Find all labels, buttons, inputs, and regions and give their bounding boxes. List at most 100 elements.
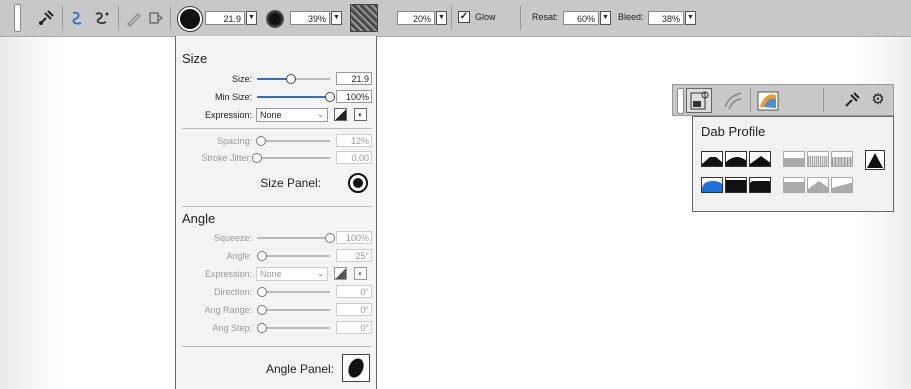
opacity-dropdown[interactable]: ▼ — [331, 11, 342, 25]
resat-field[interactable]: 60% — [563, 11, 599, 25]
gear-icon[interactable]: ⚙ — [869, 91, 887, 109]
squeeze-value-field[interactable]: 100% — [336, 231, 372, 244]
toolbar-separator — [451, 6, 452, 30]
dab-profile-option[interactable] — [701, 151, 723, 167]
stroke-jitter-label: Stroke Jitter: — [201, 153, 252, 163]
dab-profile-option[interactable] — [725, 151, 747, 167]
stroke-jitter-slider-handle[interactable] — [252, 153, 262, 163]
size-panel-button[interactable] — [348, 173, 368, 193]
resat-label: Resat: — [532, 12, 559, 22]
direction-slider-handle[interactable] — [257, 287, 267, 297]
glow-checkbox[interactable]: ✓ — [458, 11, 470, 23]
stroke-icon-1[interactable] — [68, 8, 88, 28]
ang-step-row: Ang Step: 0° — [176, 321, 376, 335]
opacity-swatch[interactable] — [263, 7, 287, 31]
dropper-icon[interactable] — [146, 8, 166, 28]
dab-profile-option-selected[interactable] — [701, 177, 723, 193]
toolbar-grip[interactable] — [14, 4, 21, 32]
size-slider-handle[interactable] — [286, 74, 297, 84]
ang-range-value-field[interactable]: 0° — [336, 303, 372, 316]
expression-invert-icon[interactable]: ◐ — [354, 267, 367, 280]
squeeze-slider[interactable] — [257, 233, 335, 243]
toolbar-separator — [118, 6, 119, 30]
dab-profile-title: Dab Profile — [701, 124, 766, 139]
brush-tool-icon[interactable] — [843, 91, 861, 109]
angle-slider-handle[interactable] — [257, 251, 268, 261]
angle-slider[interactable] — [257, 251, 330, 261]
ang-step-label: Ang Step: — [212, 323, 252, 333]
squeeze-slider-handle[interactable] — [325, 233, 335, 243]
pen-icon[interactable] — [124, 8, 144, 28]
ang-step-slider[interactable] — [257, 323, 330, 333]
dab-profile-option[interactable] — [725, 177, 747, 193]
min-size-value-field[interactable]: 100% — [336, 90, 372, 103]
angle-expression-select[interactable]: None ⌄ — [256, 267, 328, 281]
texture-amount-dropdown[interactable]: ▼ — [436, 11, 447, 25]
brush-size-field[interactable]: 21.9 — [205, 11, 245, 25]
stroke-jitter-value-field[interactable]: 0.00 — [336, 151, 372, 164]
angle-panel-button[interactable] — [342, 354, 370, 382]
squeeze-row: Squeeze: 100% — [176, 231, 376, 245]
dab-profile-option[interactable] — [749, 177, 771, 193]
size-swatch[interactable] — [178, 7, 202, 31]
dab-profile-option[interactable] — [807, 177, 829, 193]
opacity-field[interactable]: 39% — [290, 11, 330, 25]
toolbar-separator — [750, 88, 751, 112]
brush-size-dropdown[interactable]: ▼ — [246, 11, 257, 25]
spacing-slider[interactable] — [255, 136, 330, 146]
direction-value-field[interactable]: 0° — [336, 285, 372, 298]
size-label: Size: — [231, 74, 252, 84]
toolbar-separator — [520, 6, 521, 30]
dab-profile-option[interactable] — [831, 151, 853, 167]
dab-profile-button[interactable] — [686, 88, 712, 113]
texture-amount-field[interactable]: 20% — [397, 11, 435, 25]
min-size-slider[interactable] — [257, 92, 335, 102]
size-panel-label: Size Panel: — [260, 176, 321, 190]
angle-row: Angle: 25° — [176, 249, 376, 263]
angle-value-field[interactable]: 25° — [336, 249, 372, 262]
toolbar-separator — [170, 6, 171, 30]
size-slider[interactable] — [257, 74, 330, 84]
expression-settings-icon[interactable] — [334, 267, 347, 280]
chevron-down-icon: ⌄ — [317, 269, 324, 278]
min-size-label: Min Size: — [214, 92, 252, 102]
dab-profile-option[interactable] — [865, 150, 885, 170]
bleed-field[interactable]: 38% — [648, 11, 684, 25]
size-angle-panel: Size Size: 21.9 Min Size: 100% Expressio… — [175, 36, 377, 389]
dab-profile-option[interactable] — [749, 151, 771, 167]
stroke-jitter-slider[interactable] — [252, 153, 330, 163]
expression-settings-icon[interactable] — [334, 108, 347, 121]
dab-toolbar: ⚙ — [672, 84, 894, 116]
size-expression-select[interactable]: None ⌄ — [256, 108, 328, 122]
dab-profile-option[interactable] — [807, 151, 829, 167]
expression-invert-icon[interactable]: ◐ — [354, 108, 367, 121]
texture-swatch[interactable] — [350, 4, 378, 32]
spacing-value-field[interactable]: 12% — [336, 134, 372, 147]
toolbar-separator — [62, 6, 63, 30]
angle-expression-row: Expression: None ⌄ ◐ — [176, 267, 376, 281]
ang-range-slider[interactable] — [257, 305, 330, 315]
spacing-label: Spacing: — [216, 136, 252, 146]
ang-step-value-field[interactable]: 0° — [336, 321, 372, 334]
ang-range-slider-handle[interactable] — [257, 305, 267, 315]
section-divider — [182, 206, 372, 207]
dab-profile-option[interactable] — [783, 151, 805, 167]
min-size-slider-handle[interactable] — [325, 92, 335, 102]
spacing-row: Spacing: 12% — [176, 134, 376, 148]
spacing-slider-handle[interactable] — [255, 136, 266, 146]
bleed-dropdown[interactable]: ▼ — [685, 11, 696, 25]
ang-step-slider-handle[interactable] — [257, 323, 267, 333]
glow-label: Glow — [475, 12, 496, 22]
dab-profile-option[interactable] — [831, 177, 853, 193]
brush-tool-icon[interactable] — [36, 8, 56, 28]
toolbar-grip[interactable] — [677, 88, 684, 114]
size-value-field[interactable]: 21.9 — [336, 72, 372, 85]
resat-dropdown[interactable]: ▼ — [600, 11, 611, 25]
dab-profile-popup: Dab Profile — [692, 116, 894, 212]
color-blend-icon[interactable] — [755, 89, 781, 113]
direction-slider[interactable] — [257, 287, 330, 297]
dab-profile-option[interactable] — [783, 177, 805, 193]
texture-brush-icon[interactable] — [721, 89, 745, 113]
stroke-icon-2[interactable] — [92, 8, 112, 28]
section-divider — [182, 128, 372, 129]
